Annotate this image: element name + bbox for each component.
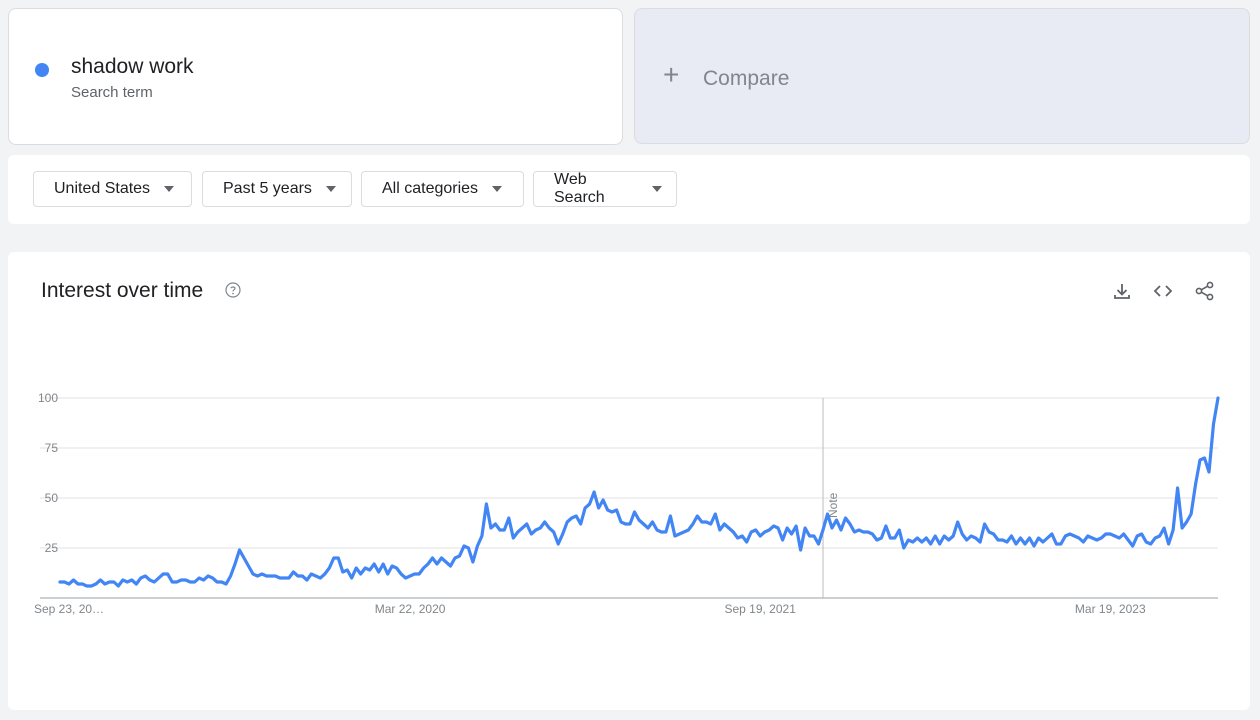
interest-line-chart: Note 255075100Sep 23, 20… Mar 22, 2020 Sep… — [34, 391, 1220, 616]
compare-button[interactable]: + Compare — [634, 8, 1250, 144]
filter-bar: United States Past 5 years All categorie… — [8, 155, 1250, 224]
term-color-dot — [35, 63, 49, 77]
search-term-subtitle: Search term — [71, 84, 153, 101]
category-filter-label: All categories — [382, 180, 479, 197]
region-filter-dropdown[interactable]: United States — [33, 171, 192, 207]
time-range-filter-dropdown[interactable]: Past 5 years — [202, 171, 352, 207]
search-term-card[interactable]: shadow work Search term — [8, 8, 623, 145]
y-tick-label: 25 — [45, 541, 59, 555]
plus-icon: + — [663, 59, 680, 90]
x-tick-label: Mar 19, 2023 — [1075, 602, 1146, 616]
y-tick-label: 50 — [45, 491, 59, 505]
compare-label: Compare — [703, 67, 790, 90]
search-type-filter-label: Web Search — [554, 171, 605, 206]
search-term-name: shadow work — [71, 55, 194, 78]
x-tick-label: Mar 22, 2020 — [375, 602, 446, 616]
dropdown-caret-icon — [325, 186, 336, 192]
y-tick-label: 100 — [38, 391, 58, 405]
interest-over-time-card: Interest over time Note 25 50 75 100 Sep 23,… — [8, 252, 1250, 710]
interest-series-line[interactable] — [58, 396, 1220, 588]
dropdown-caret-icon — [164, 186, 175, 192]
dropdown-caret-icon — [492, 186, 503, 192]
search-type-filter-dropdown[interactable]: Web Search — [533, 171, 677, 207]
time-range-filter-label: Past 5 years — [223, 180, 312, 197]
y-tick-label: 75 — [45, 441, 59, 455]
x-tick-label: Sep 19, 2021 — [724, 602, 796, 616]
dropdown-caret-icon — [652, 186, 662, 192]
x-tick-label: Sep 23, 20… — [34, 602, 104, 616]
region-filter-label: United States — [54, 180, 151, 197]
category-filter-dropdown[interactable]: All categories — [361, 171, 524, 207]
